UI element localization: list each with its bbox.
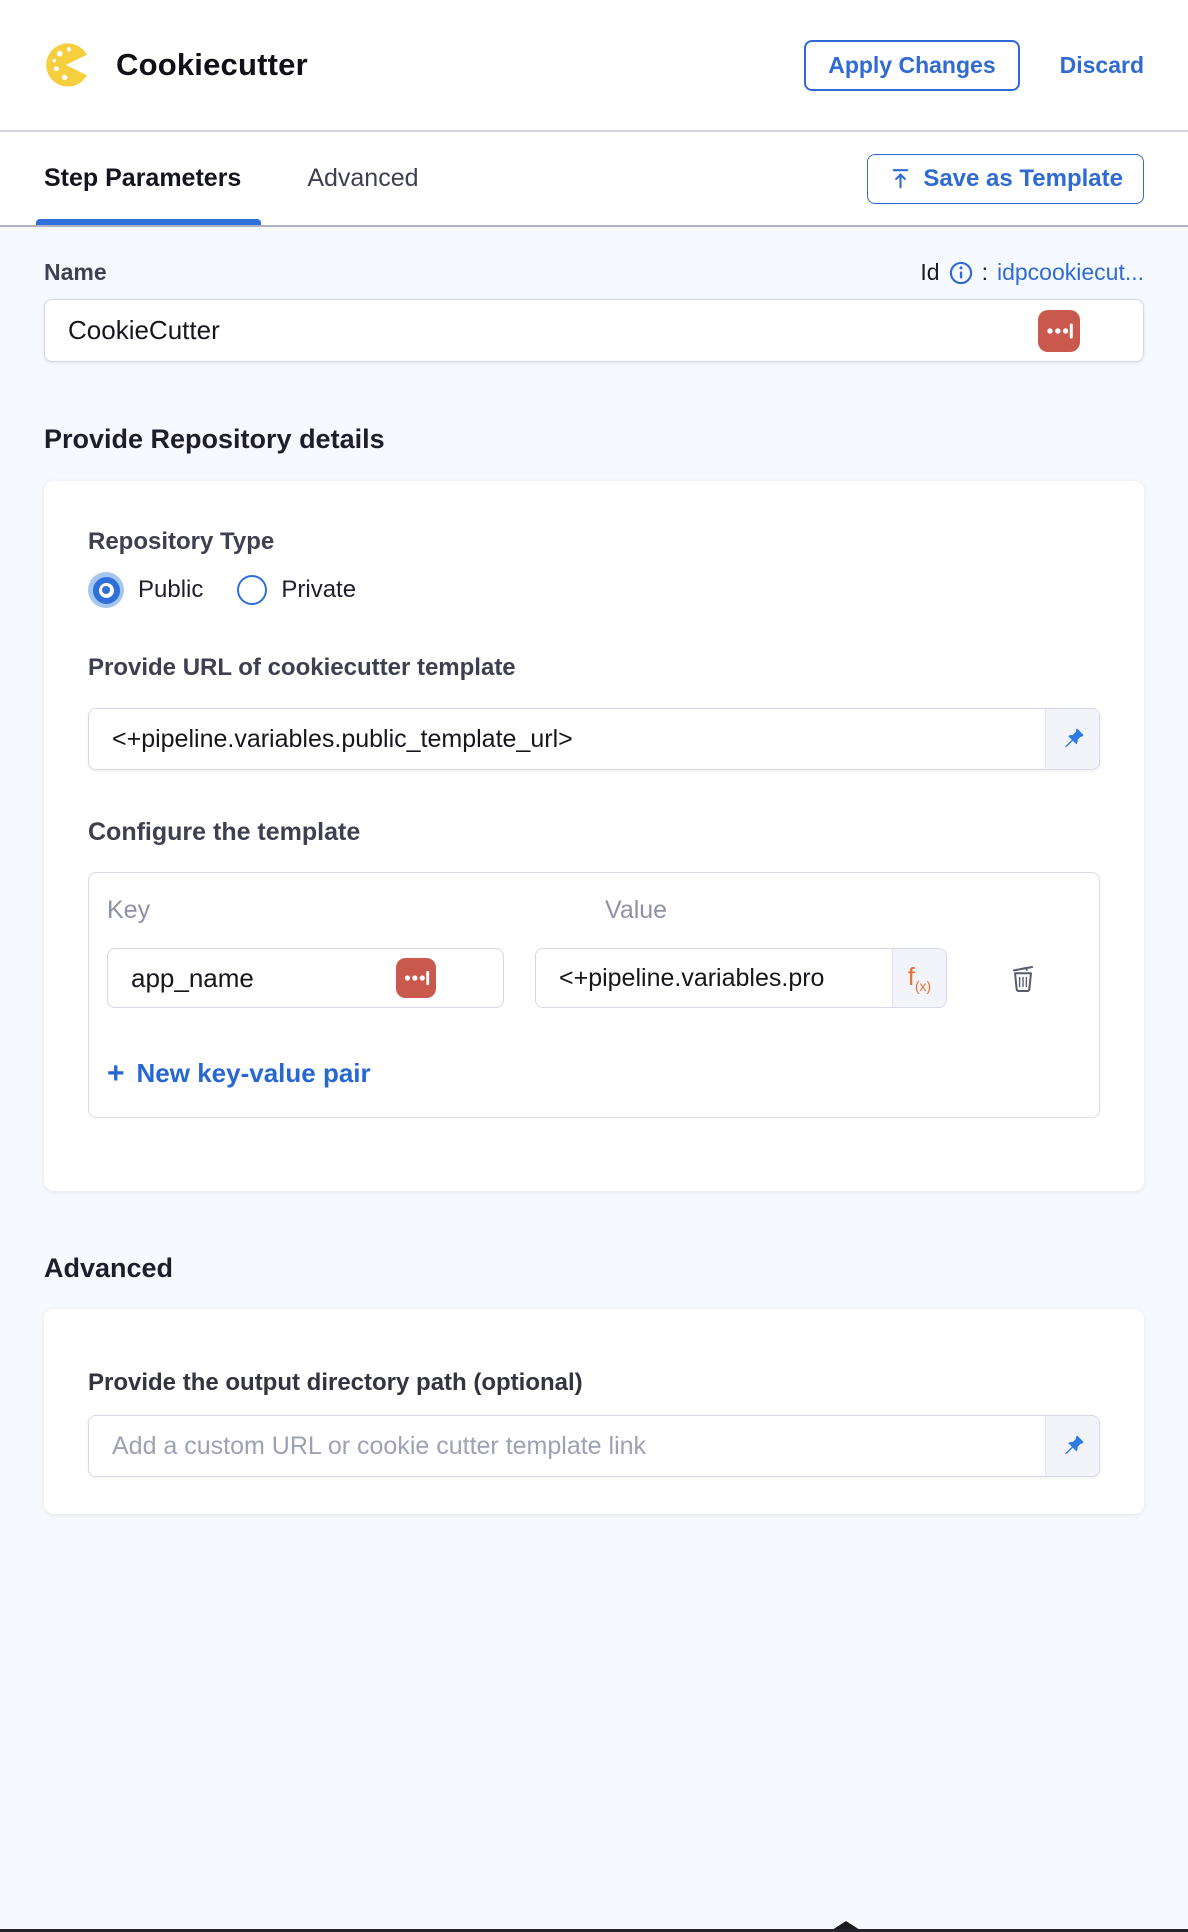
key-input[interactable]	[107, 948, 504, 1008]
header-actions: Apply Changes Discard	[804, 40, 1144, 91]
save-as-template-label: Save as Template	[923, 165, 1123, 193]
name-input[interactable]	[44, 299, 1144, 362]
value-input-group: f(x)	[535, 948, 947, 1008]
fx-expression-icon: f(x)	[908, 963, 931, 994]
name-input-wrap	[44, 299, 1144, 362]
plus-icon: +	[107, 1059, 125, 1089]
radio-selected-icon	[88, 572, 124, 608]
tab-advanced[interactable]: Advanced	[307, 134, 418, 223]
fixed-value-type-icon[interactable]	[1038, 310, 1080, 352]
repository-details-card: Repository Type Public Private Provide U…	[44, 481, 1144, 1191]
output-directory-input[interactable]	[89, 1416, 1045, 1476]
step-parameters-form: Name Id : idpcookiecut...	[0, 259, 1188, 1514]
id-value[interactable]: idpcookiecut...	[997, 259, 1144, 286]
new-key-value-pair-button[interactable]: + New key-value pair	[107, 1058, 371, 1089]
template-url-input-group	[88, 708, 1100, 770]
advanced-card: Provide the output directory path (optio…	[44, 1309, 1144, 1514]
cookiecutter-logo-icon	[44, 39, 96, 91]
template-url-label: Provide URL of cookiecutter template	[88, 654, 1100, 682]
cookiecutter-step-panel: Cookiecutter Apply Changes Discard Step …	[0, 0, 1188, 1932]
new-key-value-pair-label: New key-value pair	[137, 1058, 371, 1089]
tab-advanced-label: Advanced	[307, 164, 418, 192]
header: Cookiecutter Apply Changes Discard	[0, 0, 1188, 132]
key-column-header: Key	[107, 896, 504, 925]
pushpin-icon	[1059, 726, 1086, 753]
advanced-section-title: Advanced	[44, 1253, 1144, 1284]
apply-changes-label: Apply Changes	[828, 52, 995, 79]
output-directory-input-group	[88, 1415, 1100, 1477]
value-column-header: Value	[535, 896, 947, 925]
pushpin-icon	[1059, 1433, 1086, 1460]
pin-runtime-input-button[interactable]	[1045, 1416, 1099, 1476]
save-as-template-button[interactable]: Save as Template	[867, 154, 1144, 204]
key-input-wrap	[107, 948, 504, 1008]
repository-type-radio-group: Public Private	[88, 572, 1100, 608]
repository-type-label: Repository Type	[88, 528, 1100, 556]
radio-option-public[interactable]: Public	[88, 572, 203, 608]
page-title: Cookiecutter	[116, 47, 308, 83]
radio-public-label: Public	[138, 576, 203, 604]
discard-button[interactable]: Discard	[1060, 52, 1144, 79]
key-value-row: f(x)	[107, 948, 1081, 1008]
trash-icon	[1005, 960, 1041, 996]
tab-bar: Step Parameters Advanced Save as Templat…	[0, 132, 1188, 227]
radio-private-label: Private	[281, 576, 356, 604]
template-url-input[interactable]	[89, 709, 1045, 769]
id-label: Id	[920, 259, 939, 286]
output-directory-label: Provide the output directory path (optio…	[88, 1369, 1100, 1397]
delete-row-button[interactable]	[1005, 960, 1041, 996]
radio-option-private[interactable]: Private	[237, 575, 356, 605]
key-value-headers: Key Value	[107, 896, 1081, 925]
fixed-value-type-icon[interactable]	[396, 958, 436, 998]
configure-template-label: Configure the template	[88, 818, 1100, 847]
name-id-row: Name Id : idpcookiecut...	[44, 259, 1144, 286]
tab-step-parameters[interactable]: Step Parameters	[44, 134, 241, 223]
radio-unselected-icon	[237, 575, 267, 605]
expression-type-button[interactable]: f(x)	[892, 949, 946, 1007]
upload-icon	[888, 166, 913, 191]
value-input[interactable]	[536, 949, 892, 1007]
id-separator: :	[982, 259, 988, 286]
pin-runtime-input-button[interactable]	[1045, 709, 1099, 769]
apply-changes-button[interactable]: Apply Changes	[804, 40, 1019, 91]
tab-step-parameters-label: Step Parameters	[44, 164, 241, 192]
step-id-group: Id : idpcookiecut...	[920, 259, 1144, 286]
repository-section-title: Provide Repository details	[44, 424, 1144, 455]
active-tab-underline	[36, 219, 261, 225]
info-icon[interactable]	[949, 261, 973, 285]
name-label: Name	[44, 259, 107, 286]
key-value-table: Key Value	[88, 872, 1100, 1118]
